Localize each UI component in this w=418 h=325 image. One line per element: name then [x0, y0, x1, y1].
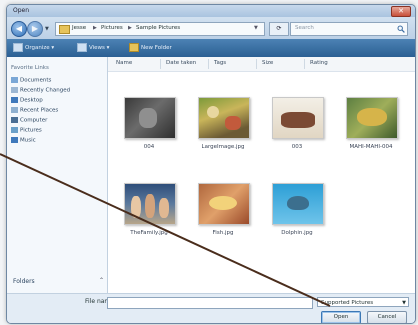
sidebar-item-computer[interactable]: Computer	[11, 117, 47, 125]
title-bar[interactable]: Open ✕	[7, 5, 415, 17]
refresh-button[interactable]: ⟳	[269, 22, 289, 36]
breadcrumb-item[interactable]: Pictures	[101, 25, 123, 31]
new-folder-icon	[129, 43, 139, 52]
breadcrumb-item[interactable]: Jesse	[72, 25, 86, 31]
column-divider[interactable]	[304, 59, 305, 69]
sidebar-item-pictures[interactable]: Pictures	[11, 127, 42, 135]
forward-arrow-icon: ▶	[31, 24, 39, 33]
sidebar-item-recent-places[interactable]: Recent Places	[11, 107, 58, 115]
sidebar-item-label: Recently Changed	[20, 87, 71, 94]
breadcrumb-separator-icon[interactable]: ▶	[128, 25, 132, 31]
chevron-down-icon: ▼	[402, 300, 406, 306]
forward-button[interactable]: ▶	[27, 21, 43, 37]
column-header-date-taken[interactable]: Date taken	[166, 60, 196, 66]
back-arrow-icon: ◀	[15, 24, 23, 33]
image-thumbnail	[346, 97, 398, 139]
new-folder-label: New Folder	[141, 45, 172, 51]
image-thumbnail	[272, 183, 324, 225]
back-button[interactable]: ◀	[11, 21, 27, 37]
sidebar-item-label: Documents	[20, 77, 52, 84]
views-icon	[77, 43, 87, 52]
sidebar-item-label: Desktop	[20, 97, 43, 104]
breadcrumb-item[interactable]: Sample Pictures	[136, 25, 180, 31]
column-header-name[interactable]: Name	[116, 60, 132, 66]
file-list-view: Name Date taken Tags Size Rating 004 Lar…	[108, 57, 415, 293]
views-menu[interactable]: Views ▾	[77, 43, 109, 53]
file-name: Fish.jpg	[212, 230, 234, 236]
desktop-icon	[11, 97, 18, 103]
open-file-dialog: Open ✕ ◀ ▶ ▼ Jesse ▶ Pictures ▶ Sample P…	[6, 4, 416, 324]
column-header-size[interactable]: Size	[262, 60, 273, 66]
computer-icon	[11, 117, 18, 123]
file-name-input[interactable]	[107, 297, 313, 309]
sidebar-item-label: Pictures	[20, 127, 42, 134]
sidebar-item-label: Computer	[20, 117, 48, 124]
column-divider[interactable]	[208, 59, 209, 69]
sidebar-item-label: Recent Places	[20, 107, 59, 114]
recent-places-icon	[11, 107, 18, 113]
sidebar-item-desktop[interactable]: Desktop	[11, 97, 43, 105]
organize-icon	[13, 43, 23, 52]
navigation-pane: Favorite Links Documents Recently Change…	[7, 57, 108, 293]
column-divider[interactable]	[160, 59, 161, 69]
search-input[interactable]: Search	[295, 25, 314, 31]
column-header-rating[interactable]: Rating	[310, 60, 328, 66]
sidebar-item-recently-changed[interactable]: Recently Changed	[11, 87, 70, 95]
search-box[interactable]: Search	[290, 22, 408, 36]
image-thumbnail	[198, 183, 250, 225]
folder-icon	[59, 25, 70, 34]
views-label: Views	[89, 45, 105, 51]
open-button[interactable]: Open	[321, 311, 361, 323]
file-name: 003	[291, 144, 303, 150]
file-type-value: Supported Pictures	[321, 300, 374, 306]
close-icon: ✕	[398, 7, 404, 15]
window-title: Open	[13, 7, 30, 14]
address-dropdown-icon[interactable]: ▼	[254, 25, 258, 31]
column-divider[interactable]	[256, 59, 257, 69]
chevron-up-icon[interactable]: ⌃	[99, 277, 104, 284]
address-bar[interactable]: Jesse ▶ Pictures ▶ Sample Pictures ▼	[55, 22, 265, 36]
file-name: MAHI-MAHI-004	[349, 144, 393, 150]
image-thumbnail	[124, 183, 176, 225]
music-icon	[11, 137, 18, 143]
image-thumbnail	[272, 97, 324, 139]
file-name: TheFamily.jpg	[130, 230, 168, 236]
file-type-filter[interactable]: Supported Pictures ▼	[317, 297, 409, 307]
recently-changed-icon	[11, 87, 18, 93]
sidebar-item-label: Music	[20, 137, 36, 144]
breadcrumb-separator-icon[interactable]: ▶	[93, 25, 97, 31]
address-row: ◀ ▶ ▼ Jesse ▶ Pictures ▶ Sample Pictures…	[7, 17, 415, 39]
organize-menu[interactable]: Organize ▾	[13, 43, 54, 53]
refresh-icon: ⟳	[276, 25, 282, 32]
dialog-footer: File name: Supported Pictures ▼ Open Can…	[7, 293, 415, 323]
search-icon	[397, 25, 405, 33]
pictures-icon	[11, 127, 18, 133]
organize-label: Organize	[25, 45, 50, 51]
column-headers: Name Date taken Tags Size Rating	[108, 57, 415, 72]
file-name: LargeImage.jpg	[201, 144, 245, 150]
close-window-button[interactable]: ✕	[391, 6, 411, 17]
file-name: 004	[143, 144, 155, 150]
file-name: Dolphin.jpg	[281, 230, 313, 236]
documents-icon	[11, 77, 18, 83]
favorite-links-header: Favorite Links	[11, 65, 49, 71]
new-folder-button[interactable]: New Folder	[129, 43, 172, 53]
cancel-button[interactable]: Cancel	[367, 311, 407, 323]
command-toolbar: Organize ▾ Views ▾ New Folder	[7, 39, 415, 57]
column-header-tags[interactable]: Tags	[214, 60, 226, 66]
recent-pages-dropdown-icon[interactable]: ▼	[45, 26, 51, 32]
sidebar-item-documents[interactable]: Documents	[11, 77, 51, 85]
sidebar-item-music[interactable]: Music	[11, 137, 36, 145]
image-thumbnail	[124, 97, 176, 139]
folders-toggle[interactable]: Folders	[13, 278, 35, 285]
image-thumbnail	[198, 97, 250, 139]
